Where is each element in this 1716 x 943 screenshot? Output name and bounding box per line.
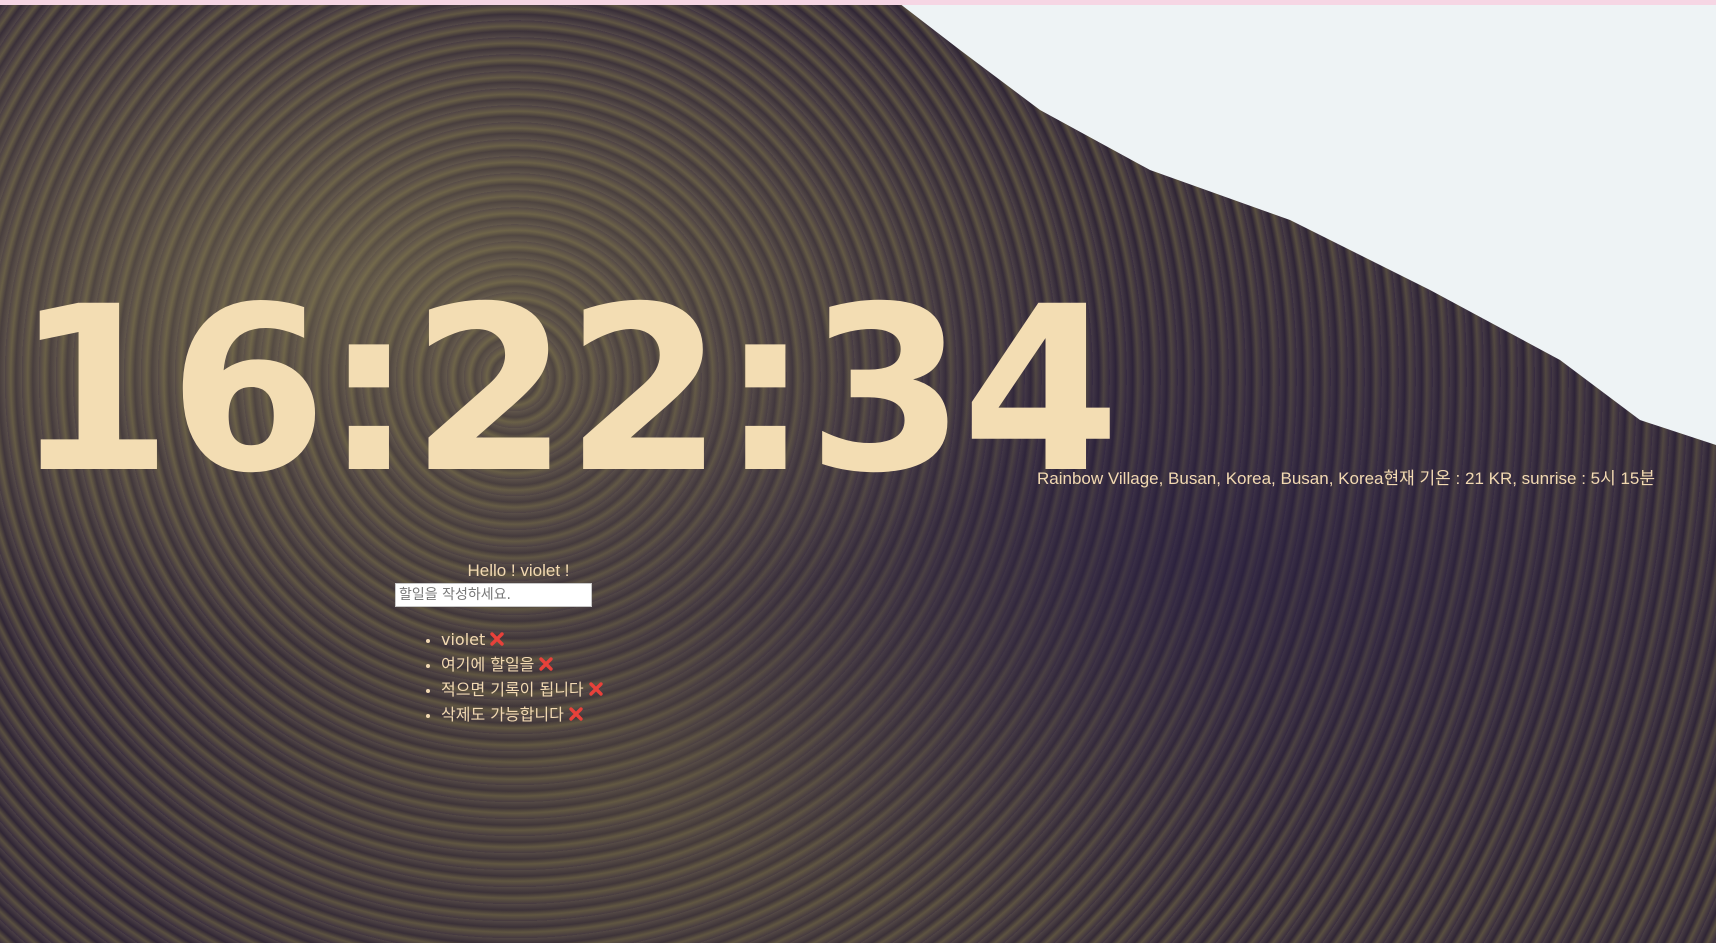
cross-mark-icon[interactable] (567, 705, 585, 723)
todo-item: violet (441, 627, 741, 652)
todo-input[interactable] (395, 583, 592, 607)
clock-display: 16:22:34 (14, 257, 1120, 523)
todo-list: violet 여기에 할일을 적으면 기록이 됩니다 삭제도 가능합니다 (413, 627, 741, 727)
cross-mark-icon[interactable] (537, 655, 555, 673)
todo-item: 여기에 할일을 (441, 652, 741, 677)
weather-temperature: 현재 기온 : 21 KR, sunrise : 5시 15분 (1383, 469, 1656, 488)
top-border (0, 0, 1716, 5)
todo-item-text: 삭제도 가능합니다 (441, 705, 564, 724)
todo-item-text: 여기에 할일을 (441, 655, 535, 674)
todo-item-text: 적으면 기록이 됩니다 (441, 680, 584, 699)
todo-item: 삭제도 가능합니다 (441, 702, 741, 727)
todo-item-text: violet (441, 630, 486, 649)
greeting-text: Hello ! violet ! (467, 561, 570, 580)
weather-info: Rainbow Village, Busan, Korea, Busan, Ko… (1037, 468, 1713, 490)
cross-mark-icon[interactable] (587, 680, 605, 698)
todo-item: 적으면 기록이 됩니다 (441, 677, 741, 702)
cross-mark-icon[interactable] (488, 630, 506, 648)
weather-location: Rainbow Village, Busan, Korea, Busan, Ko… (1037, 469, 1384, 488)
